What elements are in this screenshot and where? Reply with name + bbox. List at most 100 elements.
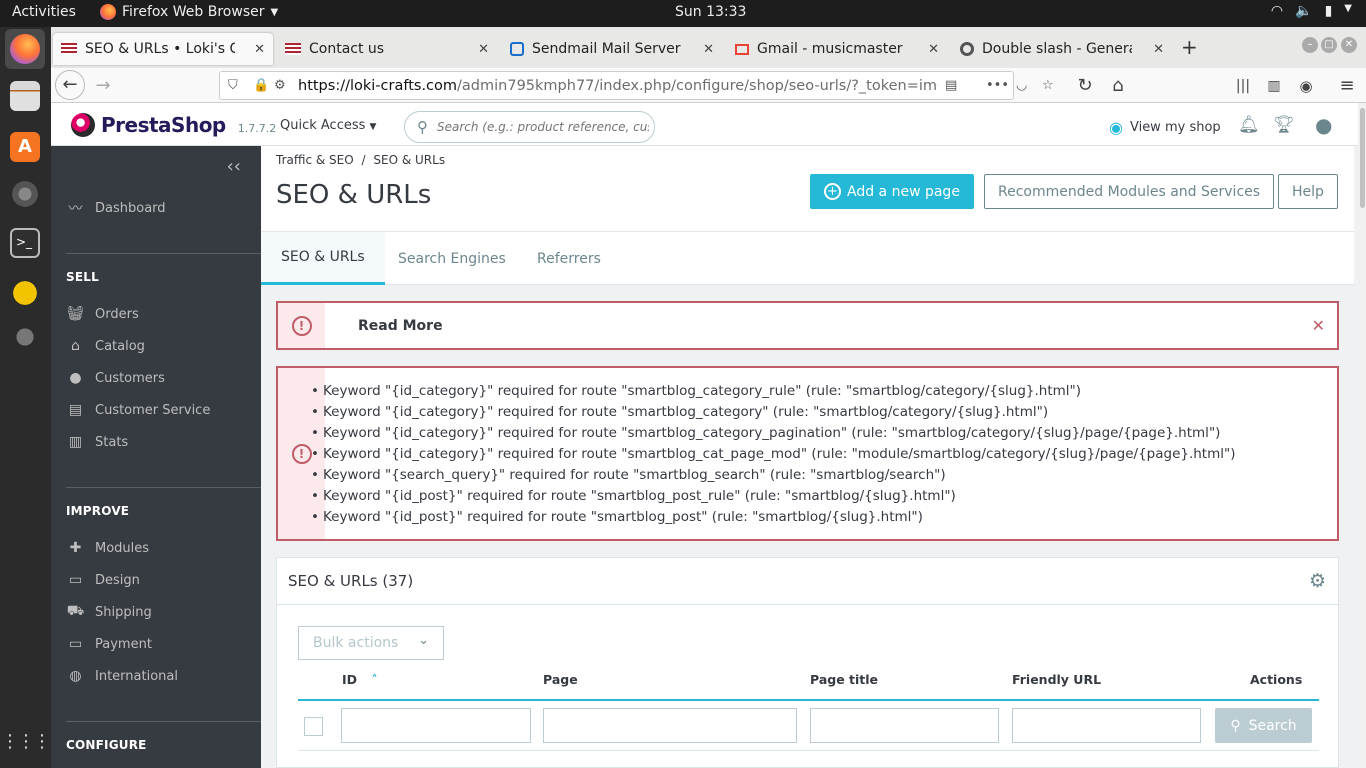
pocket-icon[interactable]: ◡ (1016, 78, 1027, 93)
home-icon[interactable]: ⌂ (1106, 74, 1130, 98)
tab-label: Referrers (537, 250, 601, 267)
error-list: Keyword "{id_category}" required for rou… (311, 381, 1235, 528)
page-scrollbar[interactable] (1358, 103, 1366, 768)
lock-icon[interactable]: 🔒 (253, 78, 269, 93)
sidebar-item-catalog[interactable]: ⌂ Catalog (66, 336, 145, 356)
browser-tab[interactable]: Double slash - General to ✕ (952, 33, 1172, 65)
desktop-icon: ▭ (68, 572, 83, 588)
sidebar-item-orders[interactable]: 🧺︎ Orders (66, 304, 139, 324)
quick-access-dropdown[interactable]: Quick Access ▼ (280, 118, 376, 133)
browser-tab[interactable]: Contact us ✕ (277, 33, 497, 65)
filter-friendly-url-input[interactable] (1012, 708, 1201, 743)
tab-seo-urls[interactable]: SEO & URLs (261, 232, 385, 285)
sidebar-item-international[interactable]: ◍ International (66, 666, 178, 686)
help-button[interactable]: Help (1278, 174, 1338, 209)
shield-icon[interactable]: ⛉ (228, 78, 238, 93)
sidebar-item-customer-service[interactable]: ▤ Customer Service (66, 400, 210, 420)
search-icon: ⚲ (1230, 717, 1241, 734)
bulk-actions-dropdown[interactable]: Bulk actions ⌄ (298, 626, 444, 660)
prestashop-logo[interactable]: PrestaShop 1.7.7.2 (71, 113, 276, 137)
close-icon[interactable]: ✕ (928, 42, 939, 57)
credit-card-icon: ▭ (68, 636, 83, 652)
library-icon[interactable]: ||| (1231, 74, 1255, 98)
page-header-toolbar: Traffic & SEO / SEO & URLs SEO & URLs + … (261, 146, 1354, 231)
sidebar-item-label: Shipping (95, 604, 152, 620)
back-arrow-icon[interactable]: ← (55, 70, 85, 100)
store-icon: ⌂ (71, 338, 80, 354)
reader-view-icon[interactable]: ▤ (945, 78, 957, 93)
dock-show-apps[interactable]: ⋮⋮⋮ (1, 722, 51, 762)
logo-text: PrestaShop (101, 113, 226, 137)
breadcrumb-item[interactable]: Traffic & SEO (276, 153, 354, 167)
filter-page-input[interactable] (543, 708, 797, 743)
system-tray[interactable]: ◠ 🔈 ▮ ▼ (1271, 3, 1352, 19)
clock[interactable]: Sun 13:33 (675, 4, 746, 20)
new-tab-icon[interactable]: + (1181, 35, 1198, 59)
close-icon[interactable]: ✕ (1312, 316, 1325, 335)
dock-terminal[interactable]: >_ (5, 223, 45, 263)
view-my-shop-link[interactable]: ◉ View my shop (1109, 118, 1221, 137)
forward-arrow-icon[interactable]: → (91, 74, 115, 98)
close-window-icon[interactable]: ✕ (1341, 37, 1357, 53)
header-search[interactable]: ⚲ (404, 111, 655, 143)
error-item: Keyword "{id_category}" required for rou… (311, 423, 1235, 444)
dock-gimp[interactable] (5, 317, 45, 357)
sidebar-item-customers[interactable]: ● Customers (66, 368, 165, 388)
tab-search-engines[interactable]: Search Engines (378, 232, 526, 285)
tab-referrers[interactable]: Referrers (517, 232, 621, 285)
close-icon[interactable]: ✕ (703, 42, 714, 57)
dock-files[interactable] (5, 76, 45, 116)
globe-icon: ◍ (69, 668, 82, 684)
sidebar-item-modules[interactable]: ✚ Modules (66, 538, 149, 558)
dock-firefox[interactable] (5, 29, 45, 69)
scrollbar-thumb[interactable] (1360, 108, 1365, 208)
close-icon[interactable]: ✕ (254, 42, 265, 57)
page-actions-icon[interactable]: ••• (986, 78, 1009, 93)
read-more-link[interactable]: Read More (358, 318, 443, 334)
minimize-icon[interactable]: – (1302, 37, 1318, 53)
employee-avatar-icon[interactable]: ● (1315, 113, 1332, 137)
filter-id-input[interactable] (341, 708, 531, 743)
browser-tab[interactable]: Sendmail Mail Server — V ✕ (502, 33, 722, 65)
sidebar-item-shipping[interactable]: ⛟ Shipping (66, 602, 152, 622)
dock-software[interactable]: A (5, 127, 45, 167)
url-text[interactable]: https://loki-crafts.com/admin795kmph77/i… (298, 78, 938, 94)
bookmark-star-icon[interactable]: ☆ (1042, 78, 1054, 93)
permissions-icon[interactable]: ⚙ (274, 78, 286, 93)
browser-tab[interactable]: SEO & URLs • Loki's Craft ✕ (53, 33, 273, 65)
sendmail-icon (510, 42, 524, 56)
browser-tab[interactable]: Gmail - musicmaster quo ✕ (727, 33, 947, 65)
trophy-icon[interactable]: 🏆︎ (1273, 115, 1295, 135)
sort-ascending-icon[interactable]: ˄ (371, 672, 377, 687)
filter-page-title-input[interactable] (810, 708, 999, 743)
reload-icon[interactable]: ↻ (1073, 74, 1097, 98)
sidebar-item-payment[interactable]: ▭ Payment (66, 634, 152, 654)
sidebar-item-dashboard[interactable]: 〰 Dashboard (66, 198, 166, 218)
button-label: Help (1292, 183, 1324, 200)
sidebar-divider (66, 487, 261, 488)
dock-teapot[interactable] (5, 270, 45, 310)
activities-button[interactable]: Activities (12, 4, 76, 20)
add-circle-icon: + (824, 183, 841, 200)
app-menu[interactable]: Firefox Web Browser ▼ (100, 4, 278, 20)
recommended-modules-button[interactable]: Recommended Modules and Services (984, 174, 1275, 209)
collapse-menu-icon[interactable]: ‹‹ (227, 156, 241, 177)
search-button[interactable]: ⚲ Search (1215, 708, 1312, 743)
sidebar-toggle-icon[interactable]: ▥ (1262, 74, 1286, 98)
account-icon[interactable]: ◉ (1294, 74, 1318, 98)
search-input[interactable] (437, 120, 649, 134)
hamburger-menu-icon[interactable]: ≡ (1335, 74, 1359, 98)
gear-icon[interactable]: ⚙ (1309, 570, 1326, 592)
dock-settings[interactable] (5, 174, 45, 214)
sidebar-item-design[interactable]: ▭ Design (66, 570, 140, 590)
column-header-id[interactable]: ID ˄ (342, 672, 378, 687)
select-all-checkbox[interactable] (304, 717, 323, 736)
close-icon[interactable]: ✕ (1153, 42, 1164, 57)
close-icon[interactable]: ✕ (478, 42, 489, 57)
maximize-icon[interactable]: □ (1321, 37, 1337, 53)
notifications-bell-icon[interactable]: 🔔︎ (1238, 115, 1260, 135)
add-new-page-button[interactable]: + Add a new page (810, 174, 974, 209)
url-bar[interactable]: ⛉ 🔒 ⚙ https://loki-crafts.com/admin795km… (219, 71, 1054, 100)
sidebar-item-stats[interactable]: ▥ Stats (66, 432, 128, 452)
error-circle-icon: ! (291, 315, 312, 336)
